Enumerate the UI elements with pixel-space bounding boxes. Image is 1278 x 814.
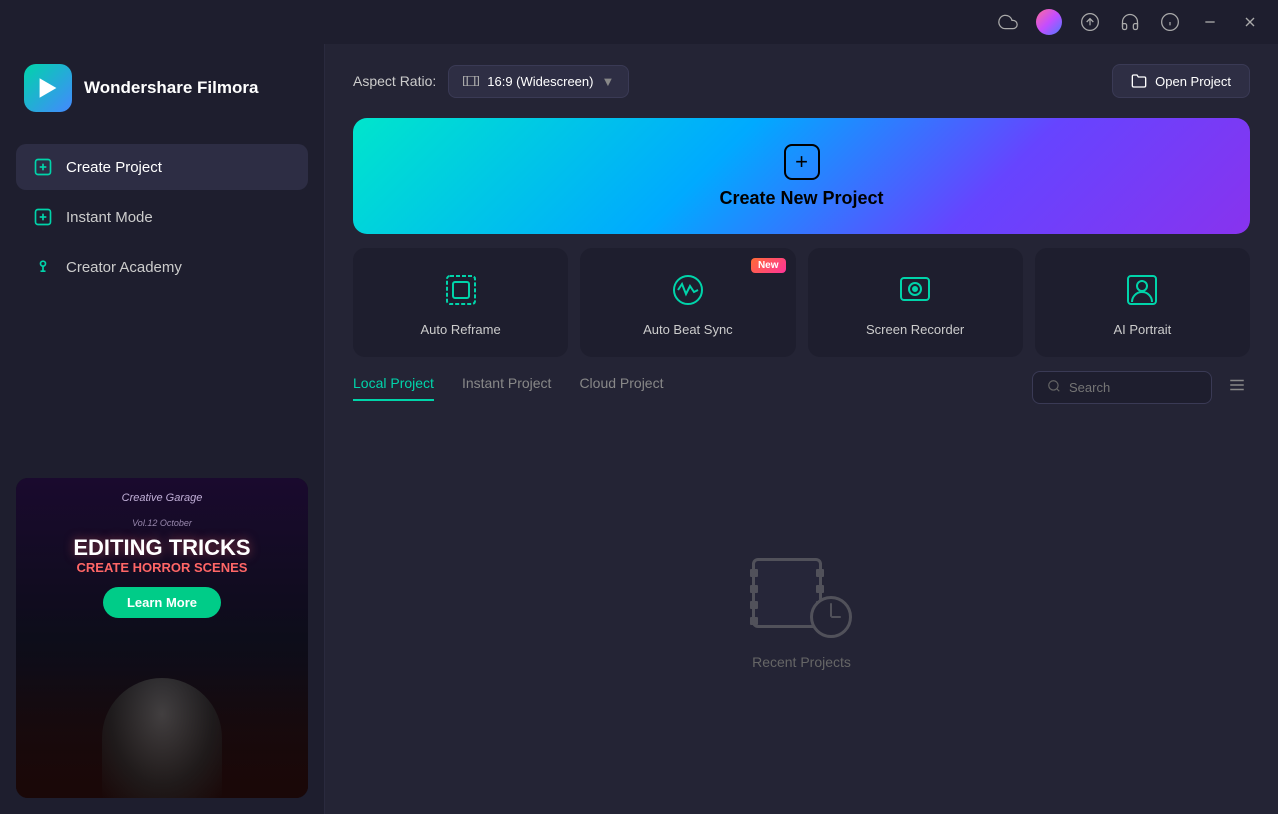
app-name: Wondershare Filmora	[84, 77, 258, 99]
feature-card-screen-recorder[interactable]: Screen Recorder	[808, 248, 1023, 357]
main-layout: Wondershare Filmora Create Project Insta…	[0, 44, 1278, 814]
aspect-ratio-dropdown[interactable]: 16:9 (Widescreen) ▼	[448, 65, 629, 98]
banner-figure	[16, 668, 308, 798]
title-bar	[0, 0, 1278, 44]
banner-sub-text: CREATE HORROR SCENES	[77, 560, 248, 575]
create-new-project-label: Create New Project	[719, 188, 883, 209]
upload-icon[interactable]	[1078, 10, 1102, 34]
banner-subtitle2: Vol.12 October	[132, 518, 192, 528]
sidebar-item-instant-mode[interactable]: Instant Mode	[16, 194, 308, 240]
list-view-icon[interactable]	[1224, 372, 1250, 403]
create-new-project-icon: +	[784, 144, 820, 180]
empty-state: Recent Projects	[353, 420, 1250, 798]
banner-silhouette	[102, 678, 222, 798]
banner-main-text: EDITING TRICKS	[73, 536, 250, 560]
sidebar-item-label: Instant Mode	[66, 209, 153, 226]
instant-mode-icon	[32, 206, 54, 228]
filmora-logo-icon	[24, 64, 72, 112]
auto-beat-sync-icon	[666, 268, 710, 312]
feature-card-ai-portrait[interactable]: AI Portrait	[1035, 248, 1250, 357]
sidebar-item-creator-academy[interactable]: Creator Academy	[16, 244, 308, 290]
ai-portrait-label: AI Portrait	[1113, 322, 1171, 337]
avatar-icon[interactable]	[1036, 9, 1062, 35]
open-project-label: Open Project	[1155, 74, 1231, 89]
cloud-icon[interactable]	[996, 10, 1020, 34]
tab-instant-project[interactable]: Instant Project	[462, 375, 552, 401]
dropdown-arrow-icon: ▼	[601, 74, 614, 89]
clock-icon	[810, 596, 852, 638]
new-badge: New	[751, 258, 786, 273]
content-area: Aspect Ratio: 16:9 (Widescreen) ▼ Open P…	[325, 44, 1278, 814]
minimize-icon[interactable]	[1198, 10, 1222, 34]
feature-cards-grid: Auto Reframe New Auto Beat Sync	[353, 248, 1250, 357]
feature-card-auto-beat-sync[interactable]: New Auto Beat Sync	[580, 248, 795, 357]
project-tabs-bar: Local Project Instant Project Cloud Proj…	[353, 371, 1250, 404]
top-bar: Aspect Ratio: 16:9 (Widescreen) ▼ Open P…	[325, 44, 1278, 118]
aspect-ratio-value: 16:9 (Widescreen)	[487, 74, 593, 89]
clock-hand-short	[831, 616, 841, 618]
empty-projects-icon	[752, 548, 852, 638]
project-section: Local Project Instant Project Cloud Proj…	[353, 371, 1250, 798]
open-project-button[interactable]: Open Project	[1112, 64, 1250, 98]
sidebar-item-label: Creator Academy	[66, 259, 182, 276]
sidebar-banner: Creative Garage Vol.12 October EDITING T…	[16, 478, 308, 798]
create-project-icon	[32, 156, 54, 178]
project-tabs: Local Project Instant Project Cloud Proj…	[353, 375, 1032, 401]
sidebar-navigation: Create Project Instant Mode Creator Acad…	[0, 132, 324, 302]
info-icon[interactable]	[1158, 10, 1182, 34]
screen-recorder-icon	[893, 268, 937, 312]
creator-academy-icon	[32, 256, 54, 278]
auto-reframe-label: Auto Reframe	[421, 322, 501, 337]
auto-beat-sync-label: Auto Beat Sync	[643, 322, 733, 337]
auto-reframe-icon	[439, 268, 483, 312]
sidebar: Wondershare Filmora Create Project Insta…	[0, 44, 325, 814]
search-box[interactable]	[1032, 371, 1212, 404]
sidebar-item-label: Create Project	[66, 159, 162, 176]
clock-hand	[830, 603, 832, 617]
tab-local-project[interactable]: Local Project	[353, 375, 434, 401]
create-new-project-banner[interactable]: + Create New Project	[353, 118, 1250, 234]
sidebar-item-create-project[interactable]: Create Project	[16, 144, 308, 190]
aspect-ratio-section: Aspect Ratio: 16:9 (Widescreen) ▼	[353, 65, 629, 98]
headphones-icon[interactable]	[1118, 10, 1142, 34]
ai-portrait-icon	[1120, 268, 1164, 312]
sidebar-logo: Wondershare Filmora	[0, 44, 324, 132]
aspect-ratio-label: Aspect Ratio:	[353, 73, 436, 89]
banner-subtitle1: Creative Garage	[122, 492, 203, 504]
feature-card-auto-reframe[interactable]: Auto Reframe	[353, 248, 568, 357]
close-icon[interactable]	[1238, 10, 1262, 34]
search-area	[1032, 371, 1250, 404]
empty-state-text: Recent Projects	[752, 654, 851, 670]
banner-learn-more-button[interactable]: Learn More	[103, 587, 221, 618]
search-icon	[1047, 379, 1061, 396]
search-input[interactable]	[1069, 380, 1189, 395]
screen-recorder-label: Screen Recorder	[866, 322, 964, 337]
tab-cloud-project[interactable]: Cloud Project	[579, 375, 663, 401]
